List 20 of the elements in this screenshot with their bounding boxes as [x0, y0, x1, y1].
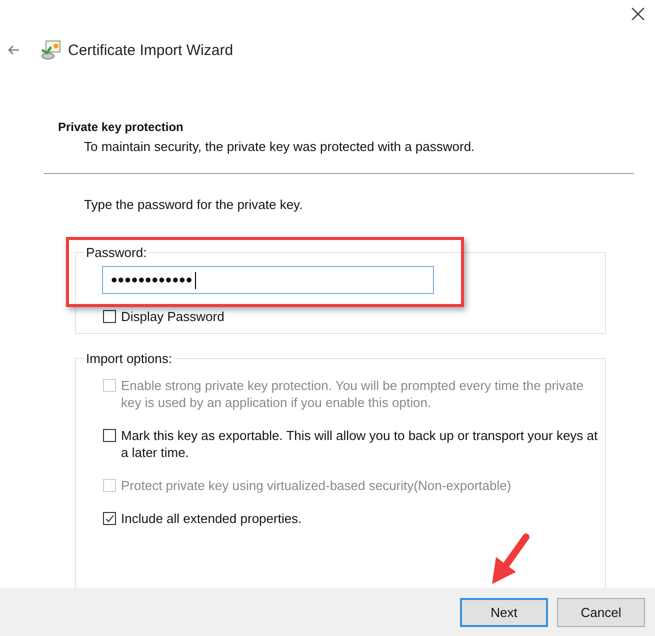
checkbox[interactable]	[103, 310, 116, 323]
checkbox-label: Protect private key using virtualized-based security(Non-exportable)	[121, 477, 512, 494]
section-description: To maintain security, the private key was protected with a password.	[84, 139, 476, 154]
checkbox-label: Enable strong private key protection. You will be prompted every time the private key is used by an application if you enable this option.	[121, 377, 584, 411]
dialog-button[interactable]: Next	[460, 598, 548, 626]
close-icon[interactable]	[631, 7, 645, 21]
password-field[interactable]: ••••••••••••	[102, 266, 434, 294]
dialog-button[interactable]: Cancel	[557, 598, 645, 626]
window-title: Certificate Import Wizard	[68, 42, 234, 58]
checkbox[interactable]	[103, 512, 116, 525]
checkbox-label: Include all extended properties.	[121, 510, 303, 527]
checkbox-label: Mark this key as exportable. This will allow you to back up or transport your keys at a later time.	[121, 427, 599, 461]
section-heading: Private key protection	[58, 120, 184, 134]
prompt-text: Type the password for the private key.	[84, 197, 304, 212]
group-label: Import options:	[85, 351, 173, 366]
checkbox[interactable]	[103, 429, 116, 442]
group-label: Password:	[85, 245, 148, 260]
certificate-icon	[40, 40, 62, 60]
back-arrow-icon[interactable]	[8, 45, 20, 55]
checkbox-label: Display Password	[121, 308, 226, 325]
